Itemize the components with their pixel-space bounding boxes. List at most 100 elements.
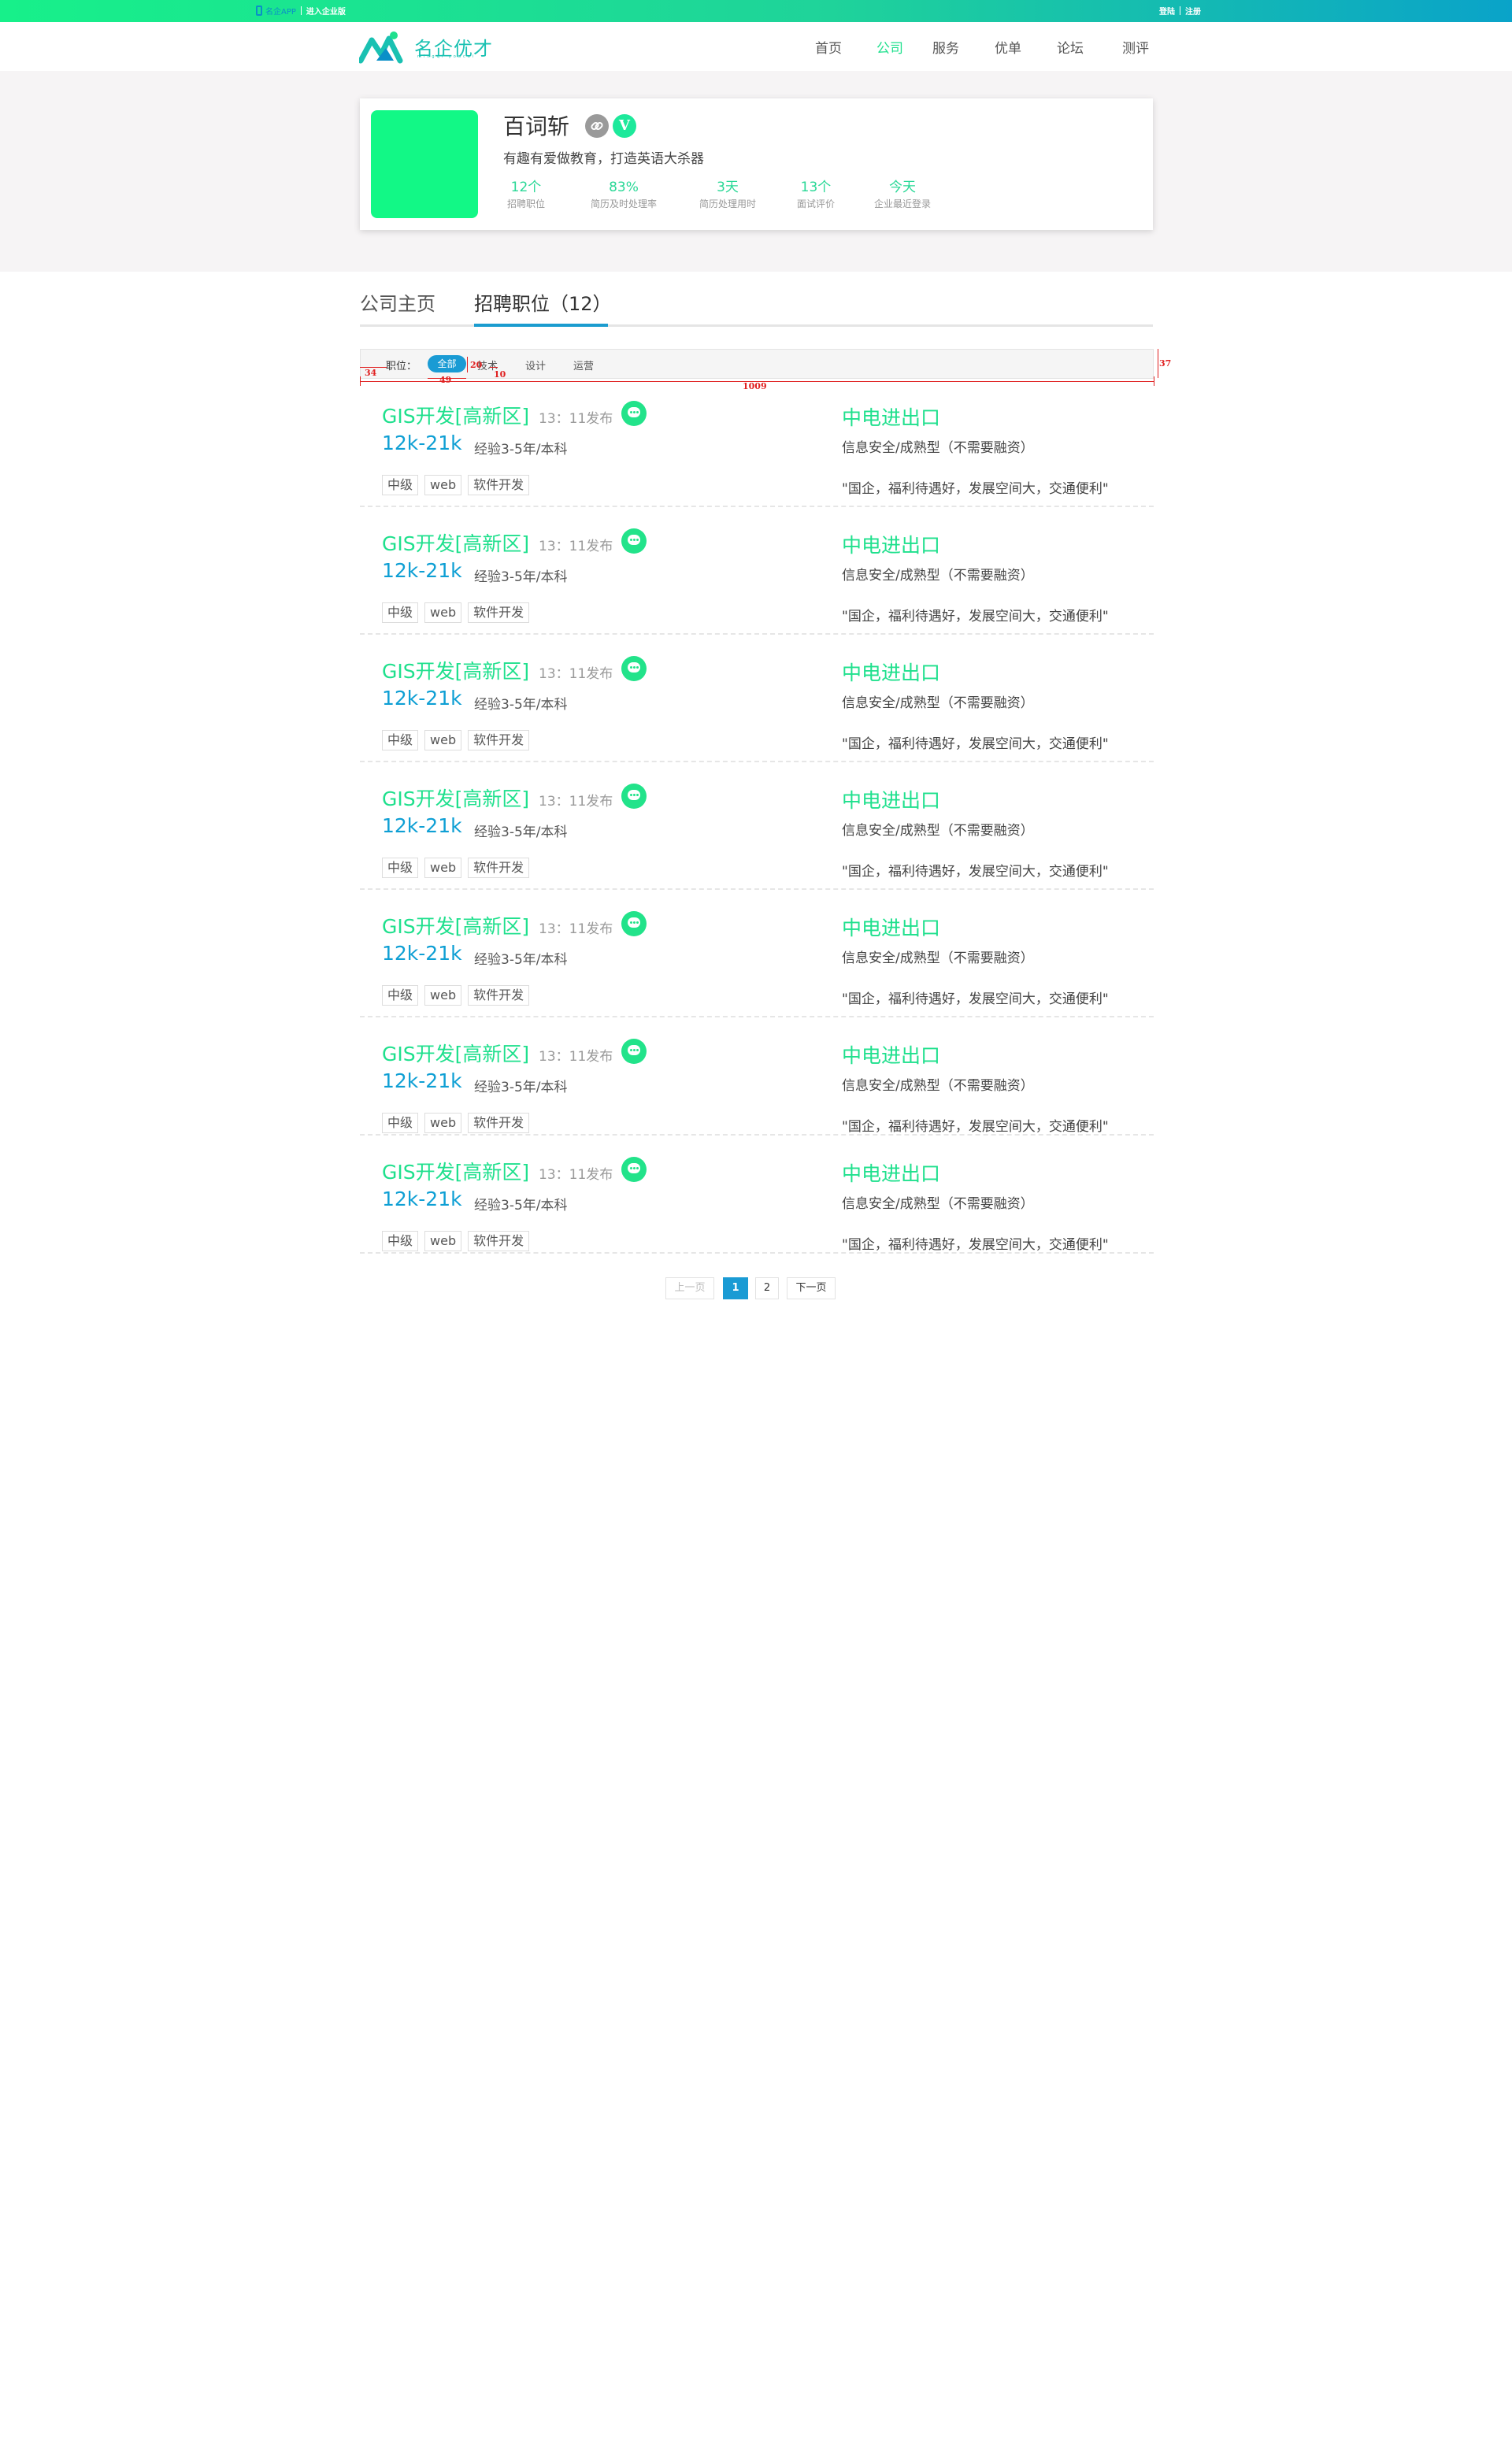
page-button-2[interactable]: 2 bbox=[755, 1277, 779, 1299]
job-row[interactable]: GIS开发[高新区] 13：11发布 12k-21k 经验3-5年/本科 中级 web 软件… bbox=[360, 390, 1154, 507]
tab-jobs[interactable]: 招聘职位（12） bbox=[474, 288, 612, 316]
measure-label: 34 bbox=[365, 368, 377, 378]
company-type: 信息安全/成熟型（不需要融资） bbox=[842, 823, 1034, 839]
link-icon[interactable] bbox=[585, 114, 609, 138]
register-link[interactable]: 注册 bbox=[1185, 5, 1201, 17]
stat-response-time: 3天 简历处理用时 bbox=[693, 179, 762, 212]
job-tag: 软件开发 bbox=[468, 858, 530, 878]
tab-company-home[interactable]: 公司主页 bbox=[360, 288, 435, 316]
chat-icon[interactable] bbox=[621, 401, 647, 426]
company-link[interactable]: 中电进出口 bbox=[842, 658, 940, 686]
job-title[interactable]: GIS开发[高新区] bbox=[382, 656, 529, 684]
job-row[interactable]: GIS开发[高新区] 13：11发布 12k-21k 经验3-5年/本科 中级 web 软件… bbox=[360, 1146, 1154, 1254]
company-link[interactable]: 中电进出口 bbox=[842, 1158, 940, 1187]
nav-deals[interactable]: 优单 bbox=[995, 37, 1021, 57]
job-title[interactable]: GIS开发[高新区] bbox=[382, 401, 529, 429]
stat-label: 招聘职位 bbox=[506, 198, 545, 209]
measure-line bbox=[490, 367, 498, 368]
company-highlight: "国企，福利待遇好，发展空间大，交通便利" bbox=[842, 864, 1109, 880]
main-nav: 首页 公司 服务 优单 论坛 测评 bbox=[0, 22, 1512, 71]
filter-option-all[interactable]: 全部 bbox=[428, 355, 466, 372]
pagination: 上一页 1 2 下一页 bbox=[665, 1277, 839, 1299]
job-tag: web bbox=[424, 858, 462, 878]
page-button-1[interactable]: 1 bbox=[723, 1277, 748, 1299]
job-tags: 中级 web 软件开发 bbox=[382, 1231, 530, 1251]
stat-label: 简历处理用时 bbox=[699, 198, 756, 209]
nav-forum[interactable]: 论坛 bbox=[1057, 37, 1084, 57]
login-link[interactable]: 登陆 bbox=[1159, 5, 1175, 17]
company-link[interactable]: 中电进出口 bbox=[842, 913, 940, 941]
job-tags: 中级 web 软件开发 bbox=[382, 985, 530, 1006]
job-post-time: 13：11发布 bbox=[539, 411, 613, 427]
company-type: 信息安全/成熟型（不需要融资） bbox=[842, 568, 1034, 584]
chat-icon[interactable] bbox=[621, 528, 647, 554]
next-page-button[interactable]: 下一页 bbox=[787, 1277, 836, 1299]
job-tag: 中级 bbox=[382, 1113, 419, 1133]
filter-option-design[interactable]: 设计 bbox=[525, 358, 546, 372]
job-title[interactable]: GIS开发[高新区] bbox=[382, 528, 529, 557]
verified-icon: V bbox=[613, 114, 636, 138]
enterprise-link[interactable]: 进入企业版 bbox=[306, 5, 346, 17]
company-logo bbox=[371, 110, 478, 218]
job-tags: 中级 web 软件开发 bbox=[382, 858, 530, 878]
job-requirements: 经验3-5年/本科 bbox=[474, 442, 568, 458]
job-tag: 软件开发 bbox=[468, 1113, 530, 1133]
stat-value: 3天 bbox=[717, 180, 739, 195]
nav-assessment[interactable]: 测评 bbox=[1122, 37, 1149, 57]
job-row[interactable]: GIS开发[高新区] 13：11发布 12k-21k 经验3-5年/本科 中级 web 软件… bbox=[360, 517, 1154, 635]
nav-company[interactable]: 公司 bbox=[876, 37, 903, 57]
chat-icon[interactable] bbox=[621, 1039, 647, 1064]
stat-value: 12个 bbox=[510, 180, 542, 195]
job-tag: web bbox=[424, 475, 462, 495]
prev-page-button[interactable]: 上一页 bbox=[665, 1277, 714, 1299]
chat-icon[interactable] bbox=[621, 1157, 647, 1182]
company-type: 信息安全/成熟型（不需要融资） bbox=[842, 950, 1034, 966]
stat-response-rate: 83% 简历及时处理率 bbox=[583, 179, 665, 212]
job-title[interactable]: GIS开发[高新区] bbox=[382, 911, 529, 939]
job-tags: 中级 web 软件开发 bbox=[382, 1113, 530, 1133]
job-post-time: 13：11发布 bbox=[539, 1167, 613, 1183]
job-tag: 软件开发 bbox=[468, 1231, 530, 1251]
job-tag: web bbox=[424, 1113, 462, 1133]
job-post-time: 13：11发布 bbox=[539, 666, 613, 682]
job-row[interactable]: GIS开发[高新区] 13：11发布 12k-21k 经验3-5年/本科 中级 web 软件… bbox=[360, 773, 1154, 890]
job-tag: 软件开发 bbox=[468, 475, 530, 495]
job-tag: 中级 bbox=[382, 602, 419, 623]
app-label: 名企APP bbox=[265, 8, 296, 17]
job-title[interactable]: GIS开发[高新区] bbox=[382, 784, 529, 812]
nav-home[interactable]: 首页 bbox=[815, 37, 842, 57]
stat-label: 企业最近登录 bbox=[873, 198, 931, 209]
job-tag: 中级 bbox=[382, 985, 419, 1006]
job-requirements: 经验3-5年/本科 bbox=[474, 1080, 568, 1095]
chat-icon[interactable] bbox=[621, 656, 647, 681]
job-title[interactable]: GIS开发[高新区] bbox=[382, 1039, 529, 1067]
company-type: 信息安全/成熟型（不需要融资） bbox=[842, 695, 1034, 711]
company-highlight: "国企，福利待遇好，发展空间大，交通便利" bbox=[842, 481, 1109, 497]
job-salary: 12k-21k bbox=[382, 814, 462, 837]
filter-option-operations[interactable]: 运营 bbox=[573, 358, 594, 372]
company-link[interactable]: 中电进出口 bbox=[842, 402, 940, 431]
job-title[interactable]: GIS开发[高新区] bbox=[382, 1157, 529, 1185]
stat-label: 面试评价 bbox=[796, 198, 835, 209]
job-row[interactable]: GIS开发[高新区] 13：11发布 12k-21k 经验3-5年/本科 中级 web 软件… bbox=[360, 645, 1154, 762]
app-download-link[interactable]: 名企APP bbox=[256, 5, 296, 17]
stat-value: 13个 bbox=[800, 180, 832, 195]
measure-line bbox=[467, 357, 468, 372]
job-salary: 12k-21k bbox=[382, 1188, 462, 1210]
job-row[interactable]: GIS开发[高新区] 13：11发布 12k-21k 经验3-5年/本科 中级 web 软件… bbox=[360, 1028, 1154, 1136]
job-tag: 中级 bbox=[382, 1231, 419, 1251]
job-row[interactable]: GIS开发[高新区] 13：11发布 12k-21k 经验3-5年/本科 中级 web 软件… bbox=[360, 900, 1154, 1017]
phone-icon bbox=[256, 6, 262, 16]
company-link[interactable]: 中电进出口 bbox=[842, 785, 940, 813]
filter-label: 职位： bbox=[386, 361, 417, 372]
company-link[interactable]: 中电进出口 bbox=[842, 1040, 940, 1069]
stat-job-count: 12个 招聘职位 bbox=[503, 179, 549, 212]
company-card: 百词斩 V 有趣有爱做教育，打造英语大杀器 12个 招聘职位 83% 简历及时处… bbox=[360, 98, 1153, 230]
company-type: 信息安全/成熟型（不需要融资） bbox=[842, 1078, 1034, 1094]
chat-icon[interactable] bbox=[621, 784, 647, 809]
chat-icon[interactable] bbox=[621, 911, 647, 936]
nav-services[interactable]: 服务 bbox=[932, 37, 959, 57]
company-slogan: 有趣有爱做教育，打造英语大杀器 bbox=[503, 151, 704, 167]
measure-label: 49 bbox=[439, 375, 452, 385]
company-link[interactable]: 中电进出口 bbox=[842, 530, 940, 558]
